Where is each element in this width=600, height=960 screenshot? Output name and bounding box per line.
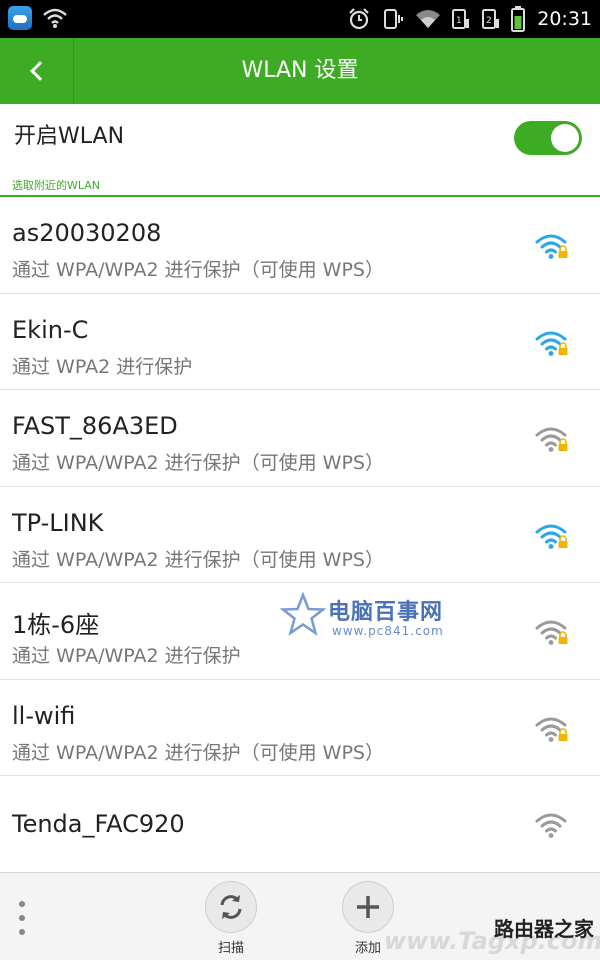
wifi-open-medium-icon [535,813,567,838]
wifi-network-item[interactable]: ll-wifi 通过 WPA/WPA2 进行保护（可使用 WPS） [0,680,600,776]
page-title: WLAN 设置 [241,58,359,83]
status-time: 20:31 [537,8,592,30]
wlan-toggle-switch[interactable] [514,121,582,155]
wifi-network-list: as20030208 通过 WPA/WPA2 进行保护（可使用 WPS） Eki… [0,197,600,873]
wifi-network-item[interactable]: Tenda_FAC920 [0,776,600,873]
scan-button-circle [205,881,257,933]
wlan-toggle-row[interactable]: 开启WLAN [0,104,600,170]
chevron-left-icon [29,61,50,81]
wifi-network-item[interactable]: as20030208 通过 WPA/WPA2 进行保护（可使用 WPS） [0,197,600,294]
network-security: 通过 WPA/WPA2 进行保护（可使用 WPS） [12,741,384,764]
network-name: ll-wifi [12,701,76,730]
svg-text:2: 2 [486,16,492,26]
refresh-icon [220,895,242,919]
alarm-icon [349,8,370,30]
watermark-site-name: 路由器之家 [494,917,594,941]
wlan-toggle-label: 开启WLAN [14,124,125,149]
network-name: as20030208 [12,219,162,247]
watermark-pc841: 电脑百事网 www.pc841.com [279,591,443,642]
wifi-signal-icon [416,10,441,28]
wifi-locked-medium-icon [535,717,568,742]
network-name: Tenda_FAC920 [12,810,185,838]
network-name: TP-LINK [12,508,104,537]
wifi-network-item[interactable]: FAST_86A3ED 通过 WPA/WPA2 进行保护（可使用 WPS） [0,390,600,487]
battery-icon [511,6,526,32]
network-security: 通过 WPA/WPA2 进行保护（可使用 WPS） [12,548,384,571]
star-logo-icon [279,591,327,636]
bottom-action-bar: 扫描 添加 www.Tagxp.com 路由器之家 [0,872,600,960]
wifi-locked-medium-icon [535,427,568,452]
wifi-locked-strong-icon [535,524,568,549]
network-name: Ekin-C [12,315,89,344]
scan-label: 扫描 [217,941,244,956]
vibrate-icon [384,9,404,29]
svg-text:1: 1 [456,16,462,26]
network-security: 通过 WPA/WPA2 进行保护（可使用 WPS） [12,452,384,474]
network-security: 通过 WPA2 进行保护 [12,355,193,378]
toggle-knob [551,124,579,152]
back-button[interactable] [0,38,74,104]
app-weather-icon [8,6,32,30]
watermark-url: www.pc841.com [332,624,444,638]
add-button-circle [342,881,394,933]
status-bar: 1 2 20:31 [0,0,600,38]
plus-icon [357,896,379,918]
more-menu-icon[interactable] [18,901,26,935]
wifi-locked-strong-icon [535,331,568,356]
network-security: 通过 WPA/WPA2 进行保护（可使用 WPS） [12,259,384,281]
watermark-title: 电脑百事网 [328,600,444,625]
add-label: 添加 [354,941,381,956]
network-name: 1栋-6座 [12,611,100,639]
scan-button[interactable]: 扫描 [203,881,259,956]
network-name: FAST_86A3ED [12,412,178,440]
network-security: 通过 WPA/WPA2 进行保护 [12,645,241,667]
sim1-icon: 1 [452,9,470,29]
wifi-network-item[interactable]: Ekin-C 通过 WPA2 进行保护 [0,294,600,390]
wifi-status-icon [43,8,67,28]
wifi-locked-strong-icon [535,234,568,259]
sim2-icon: 2 [482,9,500,29]
wifi-locked-medium-icon [535,620,568,645]
section-header-nearby: 选取附近的WLAN [12,179,101,192]
wifi-network-item[interactable]: TP-LINK 通过 WPA/WPA2 进行保护（可使用 WPS） [0,487,600,583]
title-bar: WLAN 设置 [0,38,600,104]
